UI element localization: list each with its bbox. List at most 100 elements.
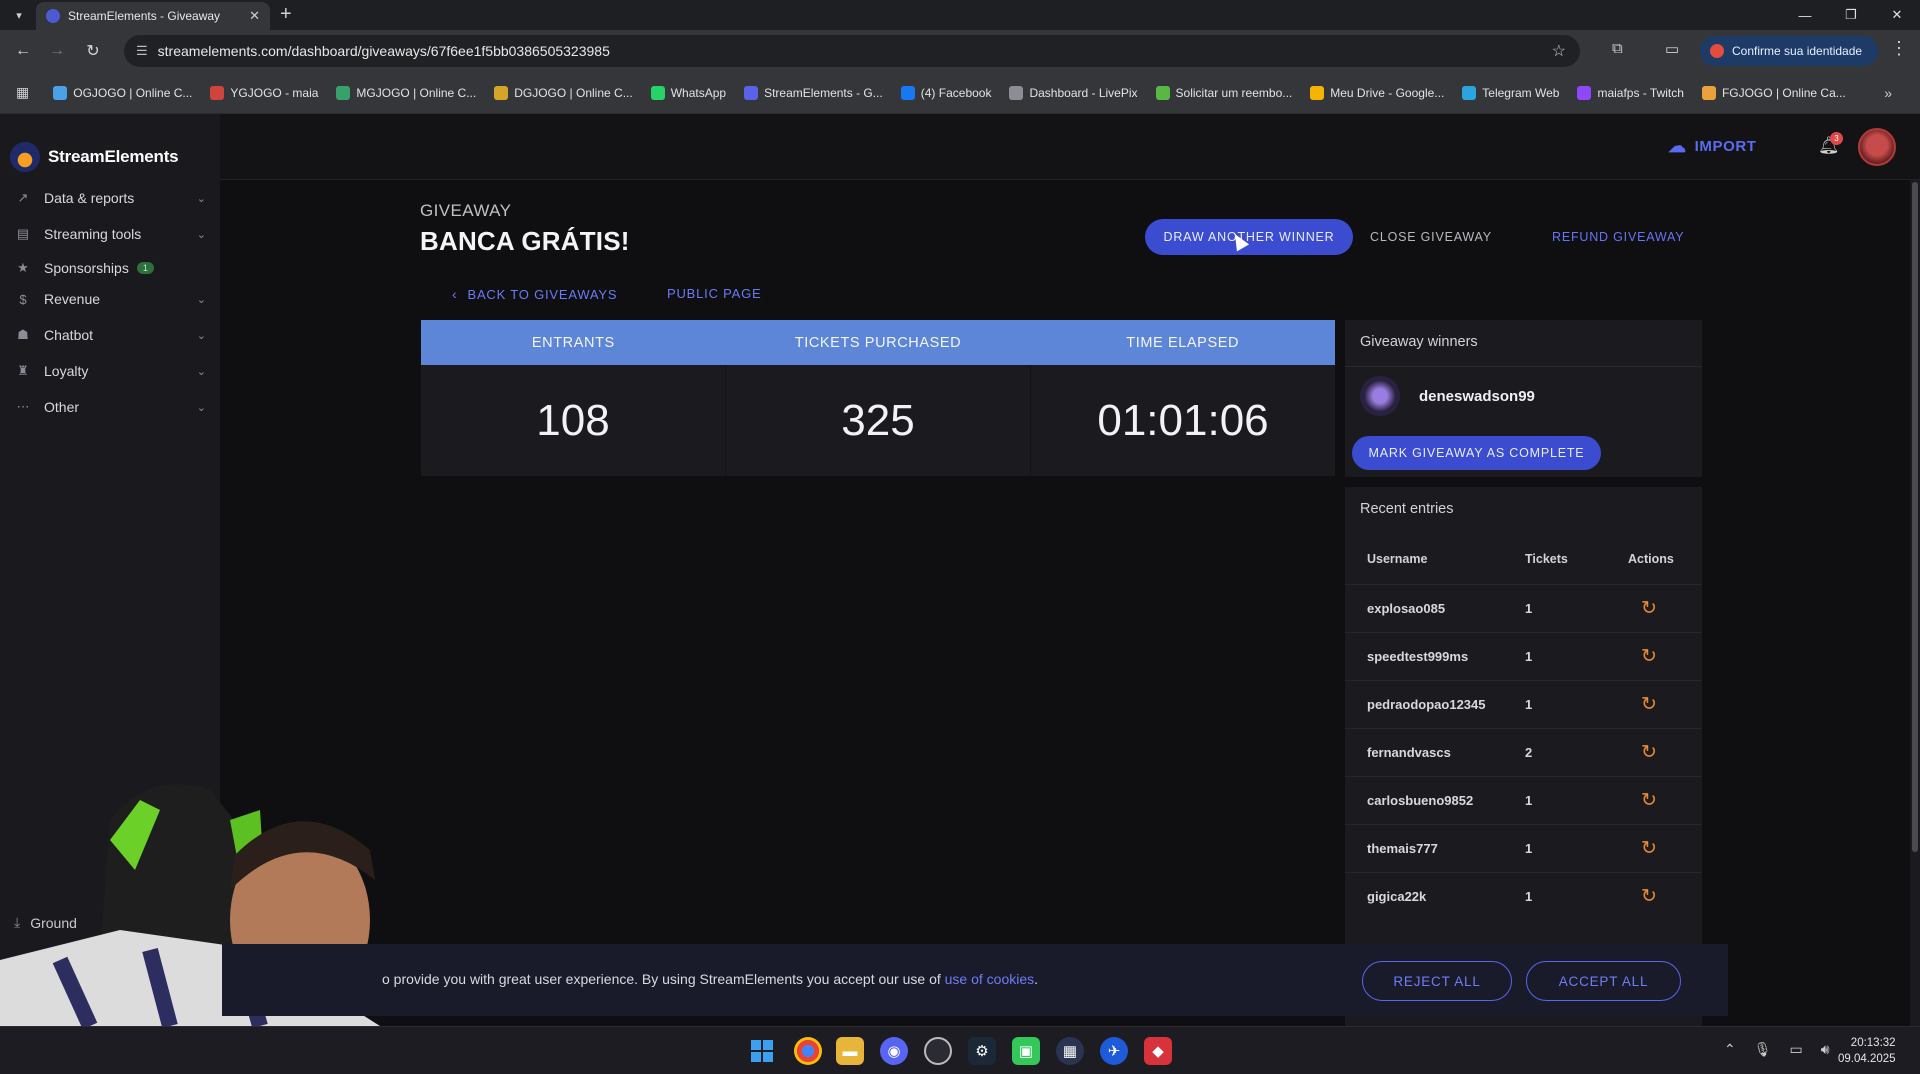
table-row: speedtest999ms 1 ↻ [1345, 632, 1702, 680]
refund-entry-icon[interactable]: ↻ [1641, 693, 1657, 716]
chevron-down-icon[interactable]: ⌄ [197, 365, 206, 378]
sidebar-item-chatbot[interactable]: ☗ Chatbot ⌄ [14, 320, 206, 350]
bookmark-item[interactable]: maiafps - Twitch [1577, 85, 1684, 100]
volume-icon[interactable]: 🔊︎ [1821, 1041, 1830, 1058]
sidebar-item-other[interactable]: ⋯ Other ⌄ [14, 392, 207, 422]
chevron-down-icon[interactable]: ⌄ [197, 228, 206, 241]
bookmark-item[interactable]: StreamElements - G... [744, 85, 883, 100]
bookmark-star-icon[interactable]: ☆ [1552, 41, 1566, 61]
notification-count-badge: 3 [1830, 132, 1843, 145]
sidebar-item-data-reports[interactable]: ↗ Data & reports ⌄ [14, 183, 206, 213]
winner-name[interactable]: deneswadson99 [1419, 388, 1535, 405]
bookmark-item[interactable]: Telegram Web [1462, 85, 1559, 100]
use-of-cookies-link[interactable]: use of cookies [945, 971, 1035, 987]
entry-tickets: 1 [1525, 889, 1533, 904]
scrollbar-thumb[interactable] [1912, 182, 1918, 852]
window-controls: — ❐ ✕ [1782, 0, 1920, 30]
browser-menu-icon[interactable]: ⋮ [1890, 38, 1908, 59]
forward-arrow-icon[interactable]: → [46, 40, 68, 62]
draw-another-winner-button[interactable]: DRAW ANOTHER WINNER [1145, 219, 1353, 255]
sidebar-item-label: Chatbot [44, 327, 94, 343]
refund-entry-icon[interactable]: ↻ [1641, 837, 1657, 860]
bookmark-item[interactable]: Dashboard - LivePix [1009, 85, 1138, 100]
restore-icon[interactable]: ❐ [1828, 0, 1874, 30]
new-tab-button[interactable]: + [280, 4, 292, 24]
profile-alert-icon [1710, 44, 1724, 58]
browser-toolbar: ← → ↻ ☰ streamelements.com/dashboard/giv… [0, 30, 1920, 72]
bookmark-label: Solicitar um reembo... [1175, 85, 1293, 100]
url-text[interactable]: streamelements.com/dashboard/giveaways/6… [158, 43, 1552, 59]
refund-entry-icon[interactable]: ↻ [1641, 645, 1657, 668]
bookmark-item[interactable]: WhatsApp [650, 85, 726, 100]
chevron-down-icon[interactable]: ⌄ [197, 192, 206, 205]
sidebar-item-loyalty[interactable]: ♜ Loyalty ⌄ [14, 356, 206, 386]
minimize-icon[interactable]: — [1782, 0, 1828, 30]
sidebar-item-label: Revenue [44, 291, 101, 307]
bookmark-label: Meu Drive - Google... [1330, 85, 1445, 100]
confirm-identity-button[interactable]: Confirme sua identidade [1700, 36, 1878, 66]
bookmark-favicon-icon [1577, 85, 1592, 100]
chevron-down-icon[interactable]: ⌄ [197, 401, 206, 414]
bookmark-item[interactable]: MGJOGO | Online C... [336, 85, 476, 100]
page-title: BANCA GRÁTIS! [420, 226, 630, 256]
bookmark-item[interactable]: Meu Drive - Google... [1310, 85, 1445, 100]
extensions-icon[interactable]: ⧉ [1612, 40, 1623, 57]
discord-icon[interactable]: ◉ [880, 1037, 908, 1065]
app-icon[interactable]: ✈ [1100, 1037, 1128, 1065]
page-scrollbar[interactable] [1910, 180, 1920, 1026]
tab-list-button[interactable]: ▾ [8, 5, 30, 25]
microphone-icon[interactable]: 🎙︎ [1754, 1041, 1772, 1058]
tab-close-icon[interactable]: ✕ [249, 8, 260, 24]
steam-icon[interactable]: ⚙ [968, 1037, 996, 1065]
windows-taskbar: ▬ ◉ ⚙ ▣ ▦ ✈ ◆ ⌃ 🎙︎ ▭ 🔊︎ 20:13:32 09.04.2… [0, 1026, 1920, 1074]
network-icon[interactable]: ▭ [1790, 1041, 1803, 1058]
sidebar-item-sponsorships[interactable]: ★ Sponsorships 1 [14, 253, 206, 283]
refund-entry-icon[interactable]: ↻ [1641, 597, 1657, 620]
windows-start-icon[interactable] [748, 1037, 776, 1065]
more-bookmarks-icon[interactable]: » [1884, 85, 1892, 101]
tray-chevron-icon[interactable]: ⌃ [1724, 1041, 1736, 1058]
accept-all-button[interactable]: ACCEPT ALL [1526, 961, 1681, 1001]
chevron-down-icon[interactable]: ⌄ [197, 329, 206, 342]
brand[interactable]: StreamElements [10, 142, 179, 172]
bookmark-list: OGJOGO | Online C... YGJOGO - maia MGJOGO … [53, 85, 1864, 100]
refund-entry-icon[interactable]: ↻ [1641, 789, 1657, 812]
sidebar-item-revenue[interactable]: $ Revenue ⌄ [14, 284, 206, 314]
cast-icon[interactable]: ▭ [1665, 40, 1679, 58]
mark-complete-button[interactable]: MARK GIVEAWAY AS COMPLETE [1352, 436, 1601, 470]
bookmark-favicon-icon [336, 85, 351, 100]
bookmark-item[interactable]: DGJOGO | Online C... [494, 85, 633, 100]
user-avatar[interactable] [1858, 128, 1896, 166]
bookmark-item[interactable]: OGJOGO | Online C... [53, 85, 192, 100]
back-to-giveaways-link[interactable]: ‹ BACK TO GIVEAWAYS [452, 286, 617, 302]
clock[interactable]: 20:13:32 09.04.2025 [1838, 1035, 1896, 1067]
address-bar[interactable]: ☰ streamelements.com/dashboard/giveaways… [124, 35, 1580, 67]
refund-entry-icon[interactable]: ↻ [1641, 741, 1657, 764]
refund-giveaway-button[interactable]: REFUND GIVEAWAY [1552, 219, 1684, 255]
chrome-taskbar-icon[interactable] [794, 1037, 822, 1065]
reject-all-button[interactable]: REJECT ALL [1362, 961, 1512, 1001]
refund-entry-icon[interactable]: ↻ [1641, 885, 1657, 908]
app-icon[interactable]: ◆ [1144, 1037, 1172, 1065]
stat-value-entrants: 108 [421, 365, 726, 476]
browser-tab-active[interactable]: StreamElements - Giveaway ✕ [36, 2, 270, 30]
sidebar-item-streaming-tools[interactable]: ▤ Streaming tools ⌄ [14, 219, 206, 249]
close-window-icon[interactable]: ✕ [1874, 0, 1920, 30]
close-giveaway-button[interactable]: CLOSE GIVEAWAY [1370, 219, 1492, 255]
back-arrow-icon[interactable]: ← [12, 40, 34, 62]
messenger-app-icon[interactable]: ▣ [1012, 1037, 1040, 1065]
obs-icon[interactable] [924, 1037, 952, 1065]
bookmark-item[interactable]: YGJOGO - maia [210, 85, 318, 100]
chevron-down-icon[interactable]: ⌄ [197, 293, 206, 306]
public-page-link[interactable]: PUBLIC PAGE [667, 286, 762, 301]
app-icon[interactable]: ▦ [1056, 1037, 1084, 1065]
import-button[interactable]: ☁ IMPORT [1668, 136, 1757, 157]
column-tickets: Tickets [1525, 552, 1568, 566]
bookmark-item[interactable]: (4) Facebook [900, 85, 991, 100]
apps-grid-icon[interactable]: ▦ [16, 84, 29, 101]
site-info-icon[interactable]: ☰ [136, 43, 148, 59]
bookmark-item[interactable]: FGJOGO | Online Ca... [1701, 85, 1846, 100]
bookmark-item[interactable]: Solicitar um reembo... [1155, 85, 1293, 100]
file-explorer-icon[interactable]: ▬ [836, 1037, 864, 1065]
reload-icon[interactable]: ↻ [82, 40, 104, 62]
